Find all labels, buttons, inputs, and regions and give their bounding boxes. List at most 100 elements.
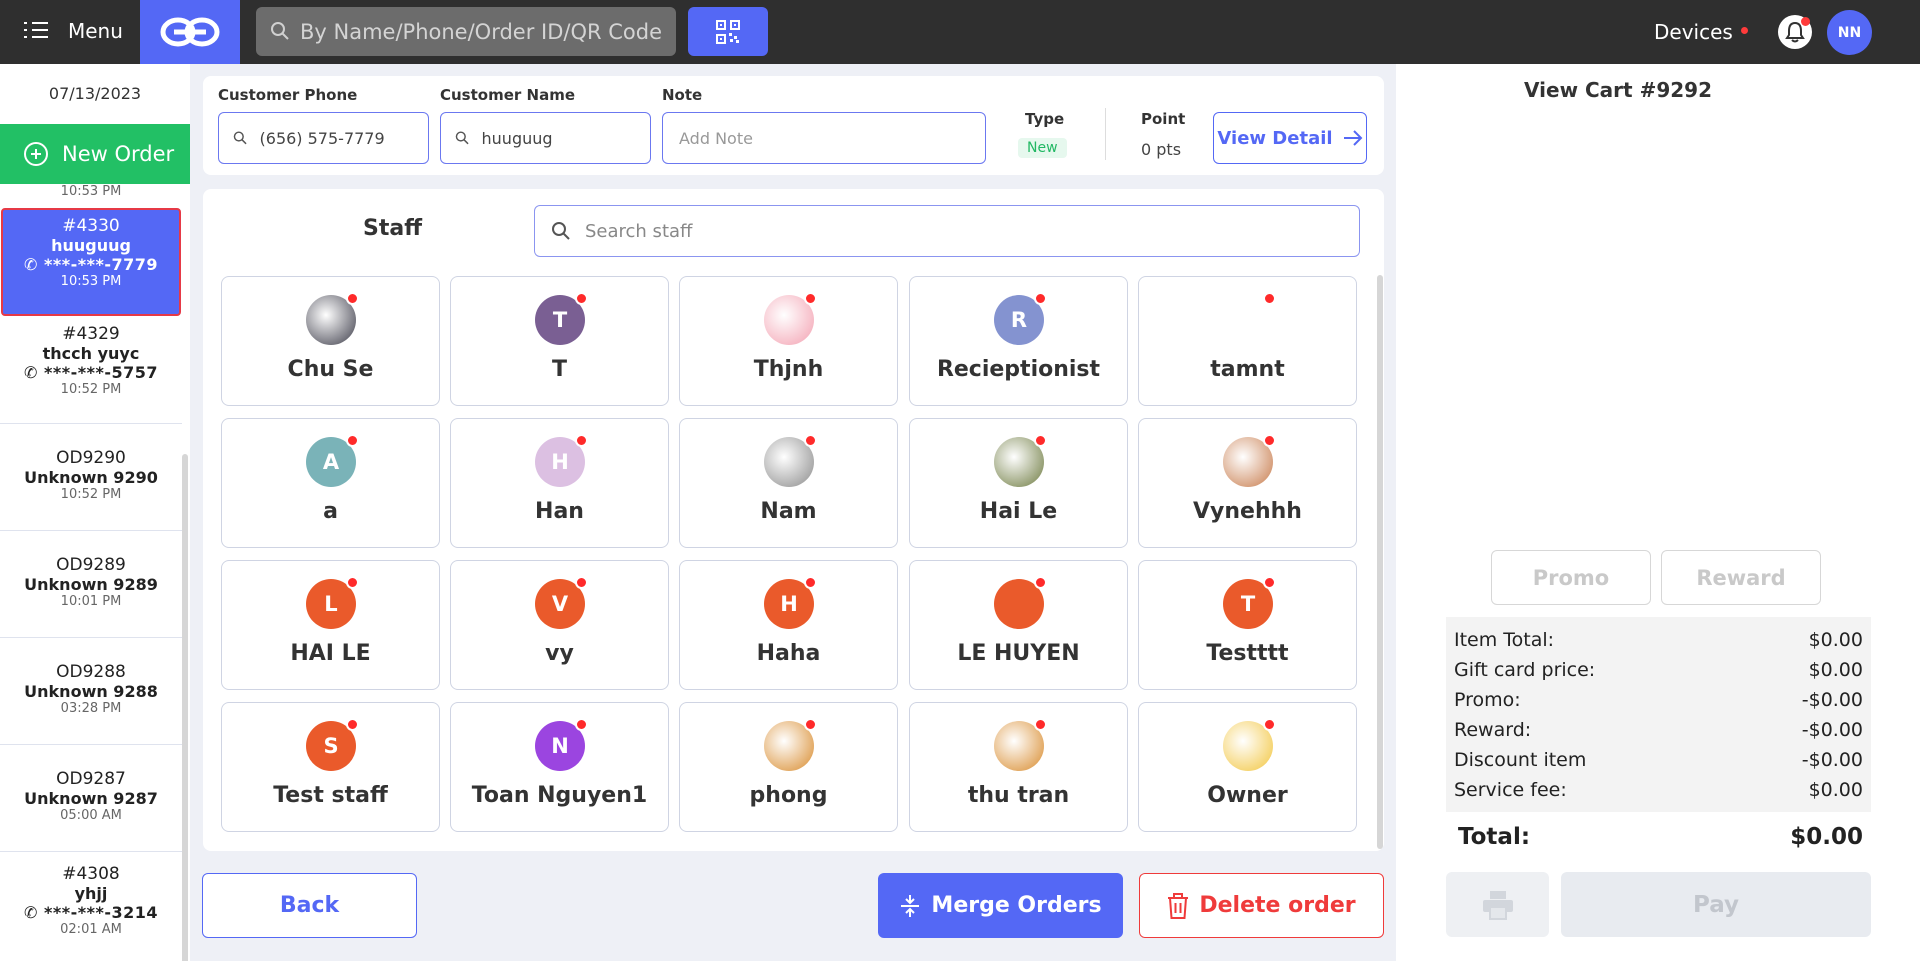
staff-card[interactable]: T Testttt: [1138, 560, 1357, 690]
order-list-item[interactable]: #4308 yhjj ✆ ***-***-3214 02:01 AM: [0, 852, 182, 961]
order-phone: ✆ ***-***-5757: [0, 363, 182, 382]
staff-card[interactable]: H Han: [450, 418, 669, 548]
summary-label: Promo:: [1454, 689, 1521, 711]
order-phone-number: ***-***-3214: [43, 903, 158, 922]
search-icon: [552, 222, 570, 240]
new-order-button[interactable]: New Order: [0, 124, 190, 184]
order-customer-name: Unknown 9289: [24, 575, 158, 594]
staff-card[interactable]: H Haha: [679, 560, 898, 690]
staff-name: Test staff: [273, 783, 388, 808]
staff-initial: N: [551, 734, 569, 758]
user-avatar[interactable]: NN: [1827, 10, 1872, 55]
staff-avatar: R: [994, 292, 1047, 345]
arrow-right-icon: [1343, 130, 1362, 146]
staff-card[interactable]: tamnt: [1138, 276, 1357, 406]
logo[interactable]: [140, 0, 240, 64]
staff-card[interactable]: Aa: [221, 418, 440, 548]
status-dot: [1263, 434, 1276, 447]
top-bar: Menu Devices NN: [0, 0, 1920, 64]
customer-name-field[interactable]: [440, 112, 651, 164]
print-button[interactable]: [1446, 872, 1549, 937]
devices-status-dot: [1740, 27, 1748, 34]
order-id: #4330: [62, 216, 120, 236]
order-list-item[interactable]: OD9288 Unknown 9288 03:28 PM: [0, 638, 182, 745]
global-search[interactable]: [256, 7, 676, 56]
pay-button[interactable]: Pay: [1561, 872, 1871, 937]
order-phone: ✆ ***-***-7779: [3, 255, 179, 274]
staff-card[interactable]: Nam: [679, 418, 898, 548]
promo-button[interactable]: Promo: [1491, 550, 1651, 605]
status-dot: [1263, 292, 1276, 305]
sidebar-scrollbar[interactable]: [182, 454, 188, 961]
order-time: 10:52 PM: [60, 382, 122, 397]
point-value: 0 pts: [1141, 140, 1182, 159]
status-dot: [346, 434, 359, 447]
view-detail-button[interactable]: View Detail: [1213, 112, 1367, 164]
note-input[interactable]: [679, 128, 985, 148]
status-dot: [1034, 576, 1047, 589]
staff-avatar-photo: [764, 718, 817, 771]
staff-avatar: H: [764, 576, 817, 629]
staff-search-field[interactable]: [534, 205, 1360, 257]
staff-card[interactable]: phong: [679, 702, 898, 832]
staff-avatar: S: [306, 718, 359, 771]
summary-value: $0.00: [1808, 629, 1863, 651]
menu-button[interactable]: Menu: [0, 0, 140, 64]
global-search-input[interactable]: [300, 7, 670, 56]
staff-card[interactable]: S Test staff: [221, 702, 440, 832]
menu-label: Menu: [68, 19, 123, 43]
phone-icon: ✆: [24, 255, 44, 274]
trash-icon: [1168, 892, 1189, 919]
summary-label: Gift card price:: [1454, 659, 1596, 681]
order-list-item[interactable]: OD9287 Unknown 9287 05:00 AM: [0, 745, 182, 852]
customer-phone-input[interactable]: [259, 128, 428, 148]
merge-orders-button[interactable]: Merge Orders: [878, 873, 1123, 938]
staff-panel-scrollbar[interactable]: [1377, 275, 1383, 849]
staff-card[interactable]: Vvy: [450, 560, 669, 690]
order-list-item[interactable]: OD9290 Unknown 9290 10:52 PM: [0, 424, 182, 531]
staff-card[interactable]: Hai Le: [909, 418, 1128, 548]
staff-card[interactable]: Chu Se: [221, 276, 440, 406]
staff-avatar-photo: [764, 292, 817, 345]
note-field[interactable]: [662, 112, 986, 164]
staff-card[interactable]: Vynehhh: [1138, 418, 1357, 548]
order-time: 02:01 AM: [60, 922, 122, 937]
order-list-item[interactable]: #4329 thcch yuyc ✆ ***-***-5757 10:52 PM: [0, 320, 182, 424]
staff-card[interactable]: thu tran: [909, 702, 1128, 832]
staff-card[interactable]: LE HUYEN: [909, 560, 1128, 690]
staff-avatar-photo: [994, 718, 1047, 771]
delete-order-button[interactable]: Delete order: [1139, 873, 1384, 938]
staff-card[interactable]: Thjnh: [679, 276, 898, 406]
status-dot: [1263, 718, 1276, 731]
staff-avatar-photo: [1223, 434, 1276, 487]
reward-button[interactable]: Reward: [1661, 550, 1821, 605]
staff-card[interactable]: N Toan Nguyen1: [450, 702, 669, 832]
staff-initial: T: [552, 308, 568, 332]
order-list-item[interactable]: #4330 huuguug ✆ ***-***-7779 10:53 PM: [1, 208, 181, 316]
staff-search-input[interactable]: [585, 220, 1345, 242]
summary-row: Reward: -$0.00: [1454, 715, 1863, 745]
order-customer-name: Unknown 9290: [24, 468, 158, 487]
devices-button[interactable]: Devices: [1654, 20, 1748, 44]
staff-card[interactable]: L HAI LE: [221, 560, 440, 690]
search-icon: [233, 131, 247, 145]
phone-icon: ✆: [24, 903, 44, 922]
customer-phone-label: Customer Phone: [218, 86, 358, 104]
customer-phone-field[interactable]: [218, 112, 429, 164]
staff-card[interactable]: Owner: [1138, 702, 1357, 832]
qr-scan-button[interactable]: [688, 7, 768, 56]
staff-avatar-photo: [994, 434, 1047, 487]
order-sidebar: 07/13/2023 New Order 10:53 PM #4330 huug…: [0, 64, 190, 961]
staff-card[interactable]: R Recieptionist: [909, 276, 1128, 406]
staff-name: T: [551, 357, 567, 382]
hamburger-icon: [24, 22, 48, 42]
status-dot: [575, 434, 588, 447]
order-id: OD9289: [56, 555, 126, 575]
staff-card[interactable]: TT: [450, 276, 669, 406]
order-list-item[interactable]: OD9289 Unknown 9289 10:01 PM: [0, 531, 182, 638]
notifications-button[interactable]: [1778, 15, 1812, 49]
back-button[interactable]: Back: [202, 873, 417, 938]
staff-name: HAI LE: [290, 641, 371, 666]
qr-code-icon: [716, 19, 740, 44]
customer-name-input[interactable]: [481, 128, 650, 148]
